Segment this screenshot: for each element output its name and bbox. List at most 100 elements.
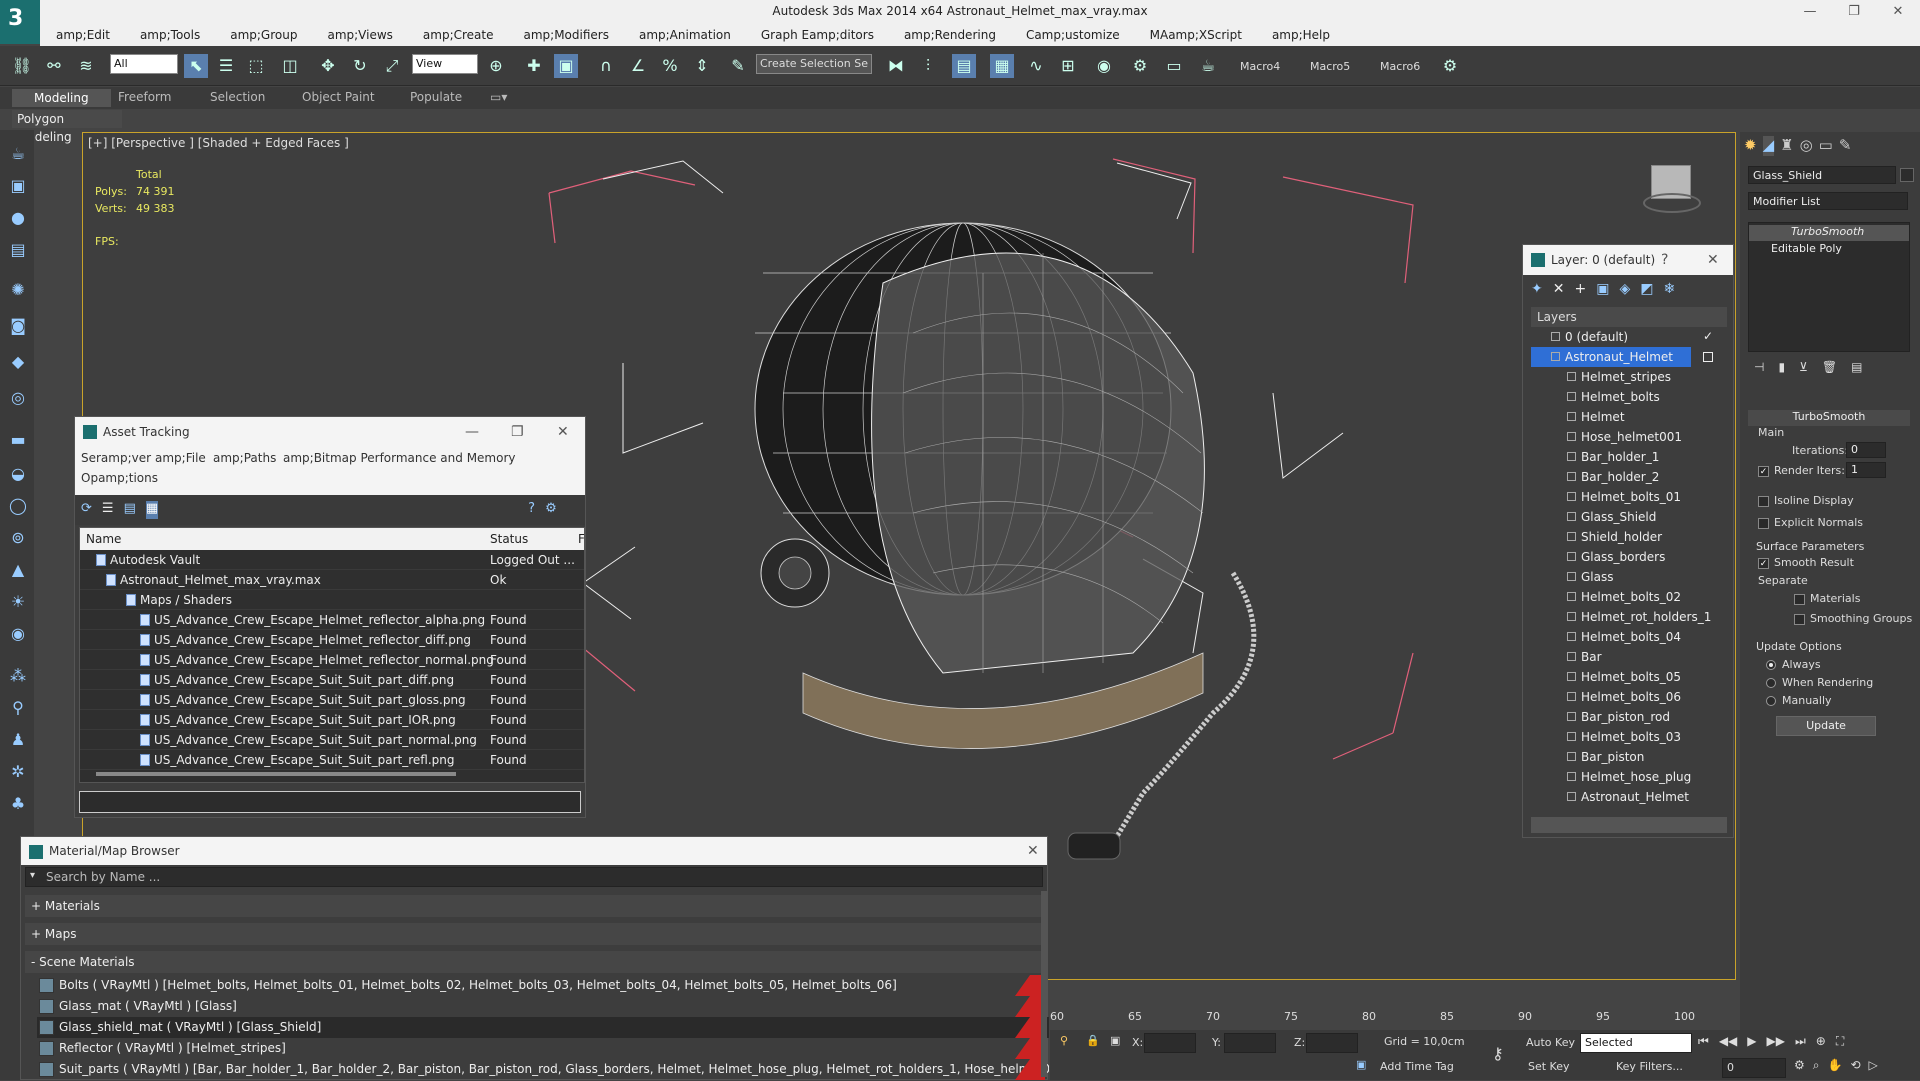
key-selection-dropdown[interactable]: Selected: [1580, 1033, 1692, 1053]
tab-freeform[interactable]: Freeform: [118, 90, 171, 104]
stack-item-editable-poly[interactable]: Editable Poly: [1749, 242, 1909, 258]
key-icon[interactable]: ⚷: [1492, 1044, 1504, 1063]
add-time-tag-button[interactable]: Add Time Tag: [1380, 1060, 1454, 1073]
unlink-icon[interactable]: ⚯: [42, 54, 66, 78]
layer-item[interactable]: Bar_piston_rod: [1531, 707, 1721, 727]
col-status-header[interactable]: Status: [490, 532, 528, 546]
mb-scrollbar[interactable]: [1041, 891, 1047, 1077]
layer-item[interactable]: Helmet_bolts_06: [1531, 687, 1721, 707]
rect-selection-icon[interactable]: ⬚: [244, 54, 268, 78]
layer-item[interactable]: Shield_holder: [1531, 527, 1721, 547]
zoom-extents-icon[interactable]: ⊕: [1816, 1034, 1826, 1054]
refresh-icon[interactable]: ⟳: [81, 501, 92, 519]
object-name-field[interactable]: Glass_Shield: [1748, 166, 1896, 184]
search-options-icon[interactable]: ▾: [30, 870, 35, 881]
freeze-all-icon[interactable]: ❄: [1663, 281, 1675, 303]
explicit-normals-checkbox[interactable]: [1758, 518, 1769, 529]
asset-row[interactable]: Maps / Shaders: [80, 590, 584, 610]
cylinder-icon[interactable]: ◒: [6, 464, 30, 488]
add-to-layer-icon[interactable]: +: [1574, 281, 1586, 303]
camera-icon[interactable]: ◙: [6, 316, 30, 340]
scene-material-row[interactable]: Glass_shield_mat ( VRayMtl ) [Glass_Shie…: [37, 1017, 1049, 1038]
layer-scrollbar[interactable]: [1531, 817, 1727, 833]
snaps-toggle-icon[interactable]: ∩: [594, 54, 618, 78]
at-menu-server[interactable]: Seramp;ver: [81, 451, 151, 465]
table-view-icon[interactable]: ▦: [145, 501, 159, 519]
scale-icon[interactable]: ⤢: [380, 54, 404, 78]
menu-maxscript[interactable]: MAamp;XScript: [1134, 28, 1256, 42]
object-color-swatch[interactable]: [1900, 168, 1914, 182]
at-maximize-button[interactable]: ❐: [511, 417, 524, 447]
plane-icon[interactable]: ▬: [6, 430, 30, 454]
biped-icon[interactable]: ♟: [6, 730, 30, 754]
asset-row[interactable]: US_Advance_Crew_Escape_Helmet_reflector_…: [80, 650, 584, 670]
asset-row[interactable]: US_Advance_Crew_Escape_Helmet_reflector_…: [80, 630, 584, 650]
set-key-button[interactable]: Set Key: [1528, 1060, 1570, 1073]
window-crossing-icon[interactable]: ◫: [278, 54, 302, 78]
viewport-label[interactable]: [+] [Perspective ] [Shaded + Edged Faces…: [88, 136, 349, 150]
delete-layer-icon[interactable]: ✕: [1553, 281, 1565, 303]
box-icon[interactable]: ▣: [6, 176, 30, 200]
play-icon[interactable]: ▶: [1747, 1034, 1756, 1054]
asset-tracking-titlebar[interactable]: Asset Tracking — ❐ ✕: [75, 417, 585, 447]
layer-item[interactable]: Hose_helmet001: [1531, 427, 1721, 447]
layer-help-button[interactable]: ?: [1661, 245, 1668, 275]
curve-editor-icon[interactable]: ∿: [1024, 54, 1048, 78]
layer-item[interactable]: Glass_borders: [1531, 547, 1721, 567]
at-menu-file[interactable]: amp;File: [155, 451, 206, 465]
macro5-button[interactable]: Macro5: [1310, 60, 1350, 73]
display-tab-icon[interactable]: ▭: [1819, 136, 1833, 156]
render-setup-icon[interactable]: ⚙: [1128, 54, 1152, 78]
menu-views[interactable]: amp;Views: [311, 28, 406, 42]
help-icon[interactable]: ?: [528, 501, 535, 519]
y-coord-field[interactable]: [1224, 1033, 1276, 1053]
z-coord-field[interactable]: [1306, 1033, 1358, 1053]
menu-rendering[interactable]: amp;Rendering: [888, 28, 1010, 42]
key-mode-icon[interactable]: ⚲: [1060, 1034, 1068, 1047]
menu-tools[interactable]: amp;Tools: [124, 28, 214, 42]
render-iters-spinner[interactable]: 1: [1846, 462, 1886, 478]
layer-item[interactable]: Helmet_rot_holders_1: [1531, 607, 1721, 627]
lock-selection-icon[interactable]: 🔒: [1086, 1034, 1100, 1047]
section-maps[interactable]: + Maps: [25, 923, 1043, 945]
pan-icon[interactable]: ✋: [1828, 1058, 1843, 1078]
select-manipulate-icon[interactable]: ✚: [522, 54, 546, 78]
layer-item[interactable]: 0 (default) ✓: [1531, 327, 1721, 347]
ribbon-toggle-icon[interactable]: ▦: [990, 54, 1014, 78]
layer-item[interactable]: Helmet_hose_plug: [1531, 767, 1721, 787]
maximize-button[interactable]: ❐: [1832, 0, 1876, 24]
scene-material-row[interactable]: Reflector ( VRayMtl ) [Helmet_stripes]: [37, 1038, 1049, 1059]
layer-item[interactable]: Helmet_bolts_04: [1531, 627, 1721, 647]
stack-item-turbosmooth[interactable]: TurboSmooth: [1749, 225, 1909, 241]
layer-item[interactable]: Helmet_bolts_01: [1531, 487, 1721, 507]
layer-item[interactable]: Helmet_bolts_03: [1531, 727, 1721, 747]
named-selection-dropdown[interactable]: Create Selection Se: [756, 54, 872, 74]
current-frame-field[interactable]: 0: [1722, 1058, 1786, 1078]
asset-row[interactable]: US_Advance_Crew_Escape_Suit_Suit_part_IO…: [80, 710, 584, 730]
tab-populate[interactable]: Populate: [410, 90, 462, 104]
scene-material-row[interactable]: Bolts ( VRayMtl ) [Helmet_bolts, Helmet_…: [37, 975, 1049, 996]
iterations-spinner[interactable]: 0: [1846, 442, 1886, 458]
scene-material-row[interactable]: Glass_mat ( VRayMtl ) [Glass]: [37, 996, 1049, 1017]
material-editor-icon[interactable]: ◉: [1092, 54, 1116, 78]
menu-graph-editors[interactable]: Graph Eamp;ditors: [745, 28, 888, 42]
percent-snap-icon[interactable]: %: [658, 54, 682, 78]
menu-group[interactable]: amp;Group: [214, 28, 311, 42]
section-scene-materials[interactable]: - Scene Materials: [25, 951, 1043, 973]
layer-item[interactable]: Bar_holder_1: [1531, 447, 1721, 467]
scene-material-row[interactable]: Suit_parts ( VRayMtl ) [Bar, Bar_holder_…: [37, 1059, 1049, 1080]
move-icon[interactable]: ✥: [316, 54, 340, 78]
at-menu-bitmap[interactable]: amp;Bitmap Performance and Memory: [283, 451, 516, 465]
select-object-icon[interactable]: ⬉: [184, 54, 208, 78]
col-extra-header[interactable]: F: [578, 532, 584, 546]
layer-window-titlebar[interactable]: Layer: 0 (default) ? ✕: [1523, 245, 1733, 275]
modify-tab-icon[interactable]: ◢: [1762, 136, 1775, 156]
layer-item[interactable]: Astronaut_Helmet: [1531, 347, 1713, 367]
auto-key-button[interactable]: Auto Key: [1526, 1036, 1575, 1049]
x-coord-field[interactable]: [1144, 1033, 1196, 1053]
at-menu-options[interactable]: Opamp;tions: [81, 471, 158, 485]
update-when-rendering-radio[interactable]: [1766, 678, 1776, 688]
select-by-name-icon[interactable]: ☰: [214, 54, 238, 78]
previous-frame-icon[interactable]: ◀◀: [1719, 1034, 1737, 1054]
update-always-radio[interactable]: [1766, 660, 1776, 670]
